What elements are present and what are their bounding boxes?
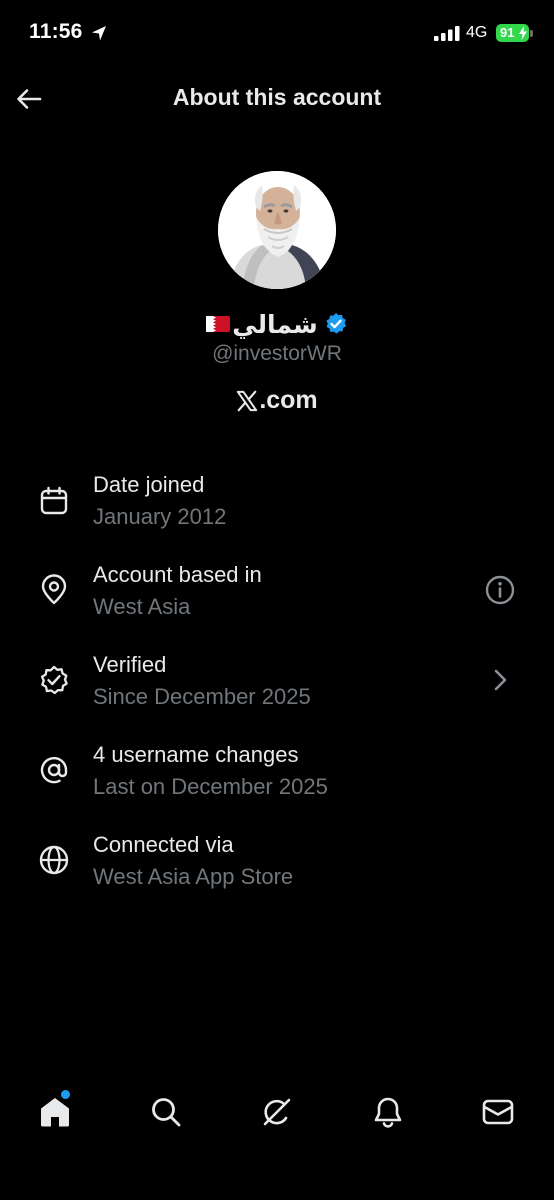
home-icon[interactable] <box>37 1094 73 1130</box>
info-verified[interactable]: Verified Since December 2025 <box>0 648 554 728</box>
display-name: شمالي <box>232 309 318 339</box>
at-sign-icon <box>40 756 68 784</box>
avatar[interactable] <box>218 171 336 289</box>
status-time: 11:56 <box>29 20 83 43</box>
bahrain-flag-icon <box>206 316 231 332</box>
battery-level: 91 <box>500 25 515 40</box>
network-type: 4G <box>466 24 488 41</box>
info-account-based-in: Account based in West Asia <box>0 558 554 638</box>
info-icon[interactable] <box>484 574 516 606</box>
info-username-changes: 4 username changes Last on December 2025 <box>0 738 554 818</box>
page-title: About this account <box>172 84 382 110</box>
avatar-portrait <box>218 171 336 289</box>
info-title: Account based in <box>93 562 262 587</box>
grok-icon[interactable] <box>259 1094 295 1130</box>
location-pin-icon <box>41 574 67 605</box>
charging-bolt-icon <box>519 26 527 40</box>
info-value: West Asia <box>93 594 191 619</box>
chevron-right-icon[interactable] <box>484 664 516 696</box>
site-domain: .com <box>259 386 318 414</box>
info-title: Date joined <box>93 472 205 497</box>
notification-dot <box>61 1090 70 1099</box>
info-title: 4 username changes <box>93 742 299 767</box>
info-value: West Asia App Store <box>93 864 294 889</box>
display-name-row: شمالي <box>0 306 554 342</box>
info-title: Verified <box>93 652 167 677</box>
mail-icon[interactable] <box>480 1094 516 1130</box>
battery-indicator: 91 <box>496 24 529 42</box>
verified-badge-icon <box>326 313 346 334</box>
site-row: .com <box>0 386 554 415</box>
calendar-icon <box>40 486 68 515</box>
info-title: Connected via <box>93 832 234 857</box>
x-logo-icon <box>237 390 258 411</box>
battery-cap <box>530 30 533 37</box>
status-bar: 11:56 4G 91 <box>0 0 554 68</box>
globe-icon <box>39 845 69 875</box>
info-connected-via: Connected via West Asia App Store <box>0 828 554 908</box>
info-date-joined: Date joined January 2012 <box>0 468 554 548</box>
bottom-nav <box>0 1078 554 1150</box>
search-icon[interactable] <box>148 1094 184 1130</box>
verified-badge-outline-icon <box>40 665 68 695</box>
user-handle: @investorWR <box>212 342 342 365</box>
info-value: Last on December 2025 <box>93 774 328 799</box>
bell-icon[interactable] <box>370 1094 406 1130</box>
info-value: January 2012 <box>93 504 227 529</box>
info-value: Since December 2025 <box>93 684 311 709</box>
signal-bars-icon <box>434 26 460 41</box>
location-arrow-icon <box>92 26 106 41</box>
header: About this account <box>0 72 554 126</box>
